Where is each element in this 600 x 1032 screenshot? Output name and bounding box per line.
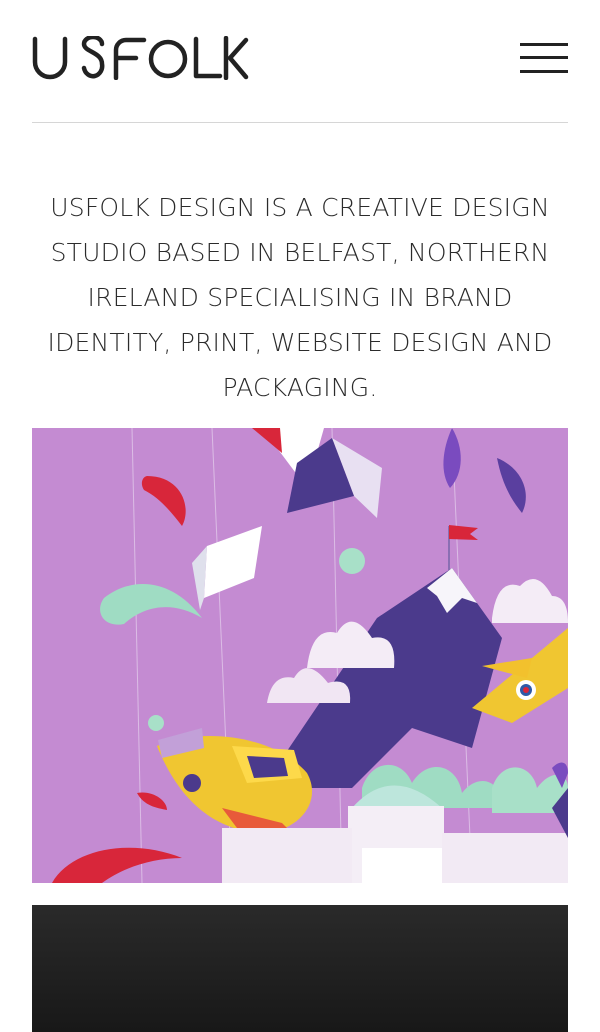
menu-bar-bottom xyxy=(520,70,568,73)
project-card-paper-craft[interactable] xyxy=(32,428,568,883)
menu-button[interactable] xyxy=(520,42,568,76)
menu-bar-top xyxy=(520,43,568,46)
paper-craft-illustration xyxy=(32,428,568,883)
site-header: USFOLK xyxy=(32,0,568,123)
menu-bar-middle xyxy=(520,56,568,59)
studio-intro-text: USFOLK DESIGN IS A CREATIVE DESIGN STUDI… xyxy=(47,193,553,402)
logo-wordmark-icon xyxy=(32,36,249,80)
project-card-dark[interactable] xyxy=(32,905,568,1032)
usfolk-logo[interactable]: USFOLK xyxy=(32,36,250,80)
dark-project-thumbnail xyxy=(32,905,568,1032)
